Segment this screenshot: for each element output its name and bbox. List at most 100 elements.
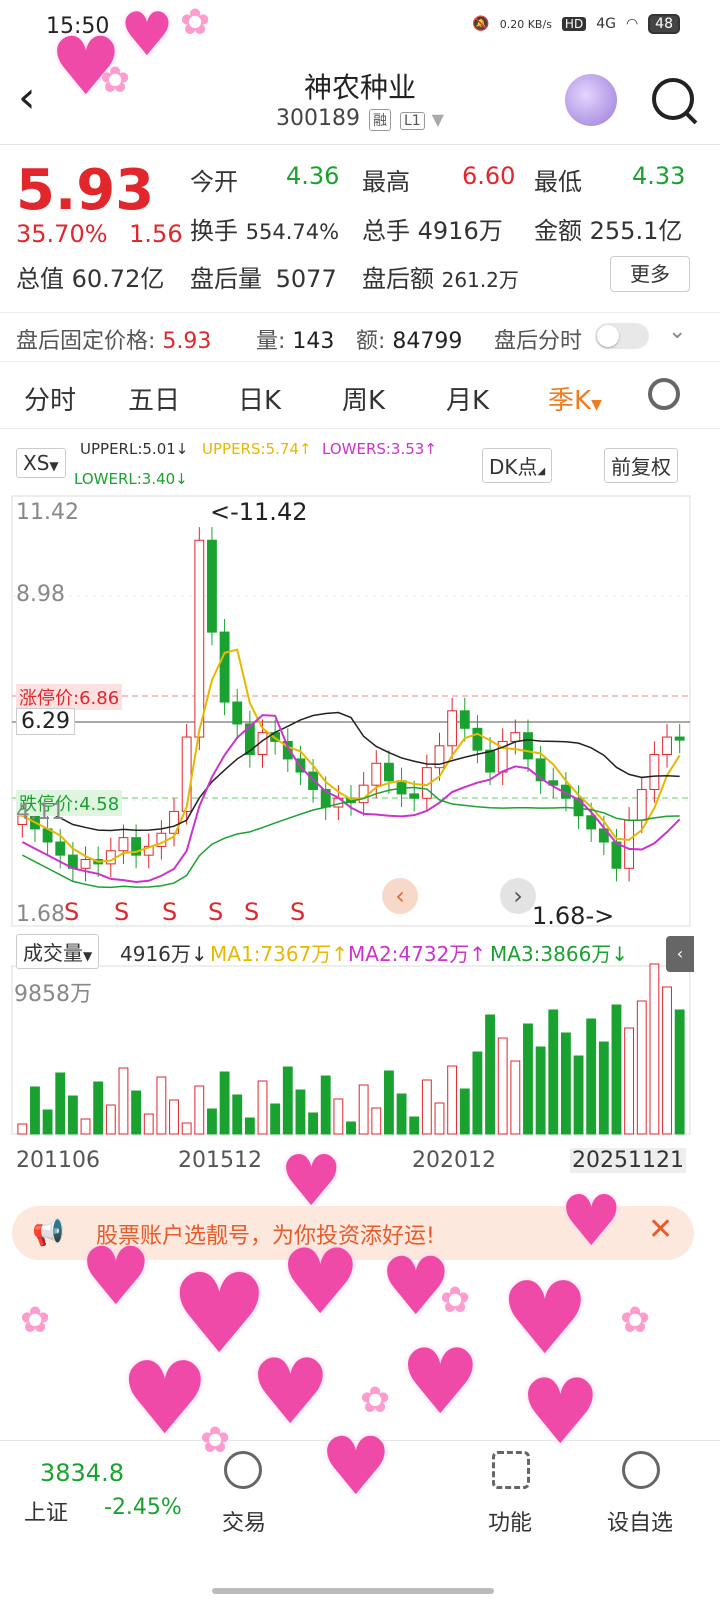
vol-ma3: MA3:3866万↓ — [490, 942, 629, 966]
collapse-icon[interactable]: ‹ — [666, 936, 694, 972]
ah-timeshare-toggle[interactable] — [595, 323, 649, 349]
volume-indicator-select[interactable]: 成交量▼ — [16, 934, 100, 969]
dk-label: DK点 — [489, 455, 538, 479]
volume-bar — [396, 1093, 407, 1135]
caret-down-icon: ▼ — [591, 397, 602, 413]
turnover-value: 554.74% — [245, 220, 340, 244]
volume-bar — [346, 1121, 356, 1135]
flower-sticker: ✿ — [440, 1280, 471, 1321]
candle-body — [459, 710, 470, 729]
current-price: 5.93 — [16, 158, 155, 223]
sell-signal: S — [244, 898, 260, 926]
candle-body — [55, 841, 66, 856]
volume-bar — [384, 1070, 394, 1135]
chevron-down-icon[interactable]: ⌄ — [668, 319, 686, 344]
volume-bar — [497, 1037, 508, 1135]
volume-indicator-label: 成交量 — [23, 941, 83, 965]
price-change: 35.70% 1.56 — [16, 220, 183, 248]
limit-up-label: 涨停价:6.86 — [16, 684, 123, 710]
ah-fixed-price: 盘后固定价格: 5.93 — [16, 323, 211, 355]
home-indicator[interactable] — [212, 1588, 494, 1594]
volume-bar — [459, 1088, 470, 1135]
candle-body — [371, 762, 382, 786]
volume-bar — [485, 1014, 495, 1135]
volume-bar — [270, 1103, 281, 1135]
amount-label: 金额 — [534, 217, 582, 245]
ah-amt-value: 84799 — [392, 329, 463, 354]
mute-icon: 🔕 — [472, 16, 490, 32]
scroll-right-icon[interactable]: › — [500, 878, 536, 914]
tab-quarter-k-label: 季K — [548, 386, 592, 416]
volume-bar — [523, 1023, 533, 1135]
amount-row: 金额 255.1亿 — [534, 211, 682, 246]
tab-month-k[interactable]: 月K — [446, 380, 489, 417]
indicator-label: XS — [23, 451, 50, 475]
tab-timeshare[interactable]: 分时 — [24, 380, 76, 417]
add-watchlist-icon[interactable] — [622, 1451, 660, 1489]
dk-point-button[interactable]: DK点◢ — [482, 448, 553, 483]
cap-label: 总值 — [16, 265, 64, 293]
ah-vol-value: 5077 — [275, 265, 337, 293]
volume-bar — [131, 1090, 142, 1135]
candle-body — [624, 819, 635, 869]
last-price-label: 6.29 — [16, 708, 75, 735]
candle-body — [194, 539, 205, 738]
wifi-icon: ◠ — [625, 16, 639, 32]
promo-banner[interactable]: 📢 股票账户选靓号，为你投资添好运! ✕ — [12, 1206, 694, 1260]
volume-bar — [636, 1000, 647, 1135]
candle-body — [181, 736, 192, 812]
index-value: 3834.8 — [40, 1459, 124, 1487]
volume-bar — [30, 1086, 40, 1135]
indicator-select[interactable]: XS▼ — [16, 448, 66, 478]
candle-body — [409, 793, 420, 799]
volume-bar — [232, 1094, 243, 1135]
adjust-button[interactable]: 前复权 — [604, 448, 678, 483]
volume-bar — [80, 1118, 91, 1135]
volume-bar — [194, 1085, 205, 1135]
search-icon[interactable] — [652, 78, 694, 120]
margin-tag: 融 — [368, 109, 391, 131]
period-tabs: 分时 五日 日K 周K 月K 季K▼ — [0, 364, 720, 429]
cap-value: 60.72亿 — [71, 265, 165, 293]
robot-assistant-icon[interactable] — [565, 74, 617, 126]
sell-signal: S — [290, 898, 306, 926]
vol-axis-label: 9858万 — [14, 982, 92, 1007]
status-time: 15:50 — [46, 14, 110, 39]
flower-sticker: ✿ — [360, 1380, 391, 1421]
scroll-left-icon[interactable]: ‹ — [382, 878, 418, 914]
caret-down-icon: ▼ — [49, 459, 59, 473]
nav-function[interactable]: 功能 — [460, 1505, 560, 1537]
battery-icon: 48 — [648, 14, 680, 34]
nav-add-watchlist[interactable]: 设自选 — [590, 1505, 690, 1537]
turnover-label: 换手 — [190, 217, 238, 245]
amount-value: 255.1亿 — [589, 217, 683, 245]
ah-vol-row: 盘后量 5077 — [190, 259, 337, 294]
volume-bar — [219, 1071, 230, 1135]
gear-icon[interactable] — [648, 378, 680, 410]
min-annotation: 1.68-> — [532, 902, 615, 930]
tab-quarter-k[interactable]: 季K▼ — [548, 380, 602, 417]
sell-signal: S — [208, 898, 224, 926]
ah-vol-value2: 143 — [292, 329, 335, 354]
more-button[interactable]: 更多 — [610, 256, 690, 292]
tab-five-day[interactable]: 五日 — [128, 380, 180, 417]
volume-bar — [358, 1084, 369, 1135]
tab-day-k[interactable]: 日K — [238, 380, 281, 417]
volume-bar — [611, 1004, 622, 1135]
bottom-nav: 3834.8 上证 -2.45% 交易 功能 设自选 — [0, 1440, 720, 1601]
nav-trade[interactable]: 交易 — [194, 1505, 294, 1537]
tab-week-k[interactable]: 周K — [342, 380, 385, 417]
trade-icon[interactable] — [224, 1451, 262, 1489]
index-change: -2.45% — [104, 1495, 182, 1520]
chevron-down-icon: ▼ — [431, 110, 444, 129]
vol-value: 4916万↓ — [120, 942, 208, 966]
candle-body — [649, 754, 660, 791]
turnover-row: 换手 554.74% — [190, 211, 339, 246]
vol-ma1: MA1:7367万↑ — [210, 942, 349, 966]
close-icon[interactable]: ✕ — [648, 1212, 673, 1247]
function-icon[interactable] — [492, 1451, 530, 1489]
volume-bar — [118, 1067, 129, 1135]
kline-chart[interactable]: XS▼ UPPERL:5.01↓ UPPERS:5.74↑ LOWERS:3.5… — [0, 440, 720, 1210]
date-label: 202012 — [412, 1148, 496, 1173]
caret-icon: ◢ — [537, 466, 546, 477]
